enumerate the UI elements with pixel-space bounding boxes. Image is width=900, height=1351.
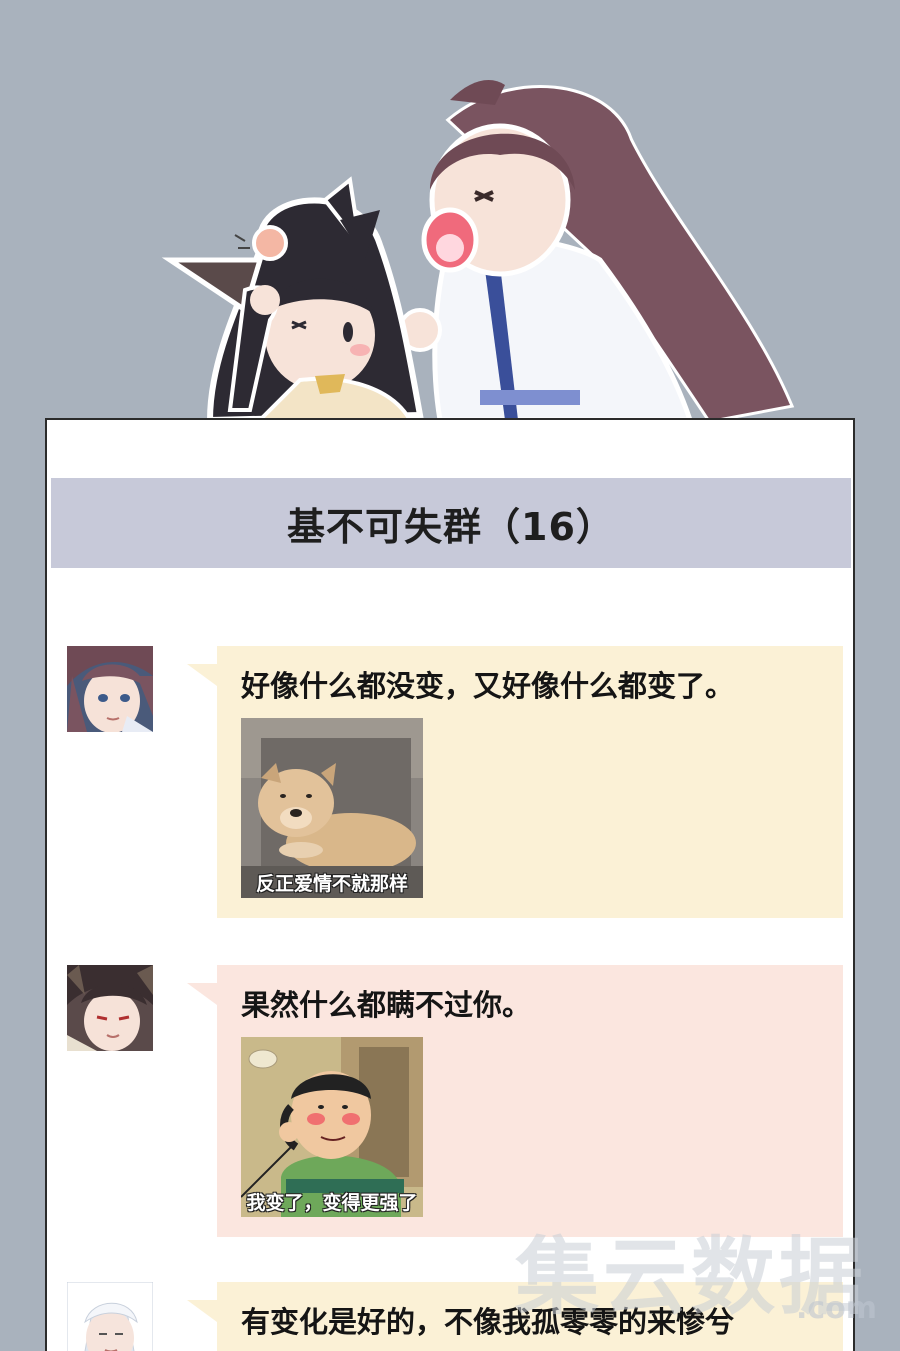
- message-text: 好像什么都没变，又好像什么都变了。: [241, 669, 735, 703]
- chibi-characters-illustration: [150, 60, 830, 430]
- comic-page: 基不可失群（16） 好像什么都没变，又好像什么都变了。 反正爱情不就那样 果然什…: [0, 0, 900, 1351]
- avatar-dark-hair-male[interactable]: [67, 965, 153, 1051]
- dog-sticker-image[interactable]: 反正爱情不就那样: [241, 718, 423, 898]
- group-chat-title: 基不可失群（16）: [287, 504, 615, 549]
- avatar-long-hair-male[interactable]: [67, 646, 153, 732]
- message-bubble: 好像什么都没变，又好像什么都变了。 反正爱情不就那样: [187, 646, 843, 918]
- message-bubble: 有变化是好的，不像我孤零零的来惨兮: [187, 1282, 843, 1351]
- sticker-caption: 反正爱情不就那样: [255, 873, 408, 895]
- sticker-caption: 我变了，变得更强了: [246, 1192, 418, 1214]
- bubble-tail: [187, 664, 217, 686]
- bubble-tail: [187, 1300, 217, 1322]
- message-bubble: 果然什么都瞒不过你。 我变了，变得更强了: [187, 965, 843, 1237]
- message-text: 有变化是好的，不像我孤零零的来惨兮: [241, 1305, 735, 1339]
- chat-header: 基不可失群（16）: [51, 478, 851, 568]
- message-text: 果然什么都瞒不过你。: [241, 988, 532, 1022]
- bubble-tail: [187, 983, 217, 1005]
- group-chat-window: 基不可失群（16） 好像什么都没变，又好像什么都变了。 反正爱情不就那样 果然什…: [45, 418, 855, 1351]
- phone-call-sticker-image[interactable]: 我变了，变得更强了: [241, 1037, 423, 1217]
- avatar-white-hair-male[interactable]: [67, 1282, 153, 1351]
